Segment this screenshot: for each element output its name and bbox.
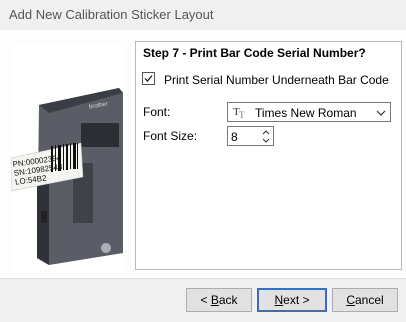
back-button[interactable]: < Back (186, 288, 252, 312)
chevron-down-icon[interactable] (376, 109, 386, 117)
truetype-font-icon: T T (233, 106, 245, 119)
svg-text:T: T (239, 110, 245, 119)
title-bar: Add New Calibration Sticker Layout (0, 0, 406, 31)
step-title: Step 7 - Print Bar Code Serial Number? (143, 46, 366, 60)
window-title: Add New Calibration Sticker Layout (9, 7, 214, 22)
font-size-label: Font Size: (143, 129, 198, 143)
print-serial-checkbox[interactable] (142, 72, 155, 85)
next-button-label: ext > (283, 293, 310, 307)
spin-up-icon[interactable] (261, 128, 271, 136)
font-select[interactable]: T T Times New Roman (227, 102, 391, 122)
wizard-content: PN:00002394 SN:10982543 LO:54B2 brother … (0, 30, 406, 278)
options-panel: Step 7 - Print Bar Code Serial Number? P… (135, 41, 402, 270)
font-size-value[interactable]: 8 (231, 130, 238, 144)
spin-down-icon[interactable] (261, 137, 271, 145)
font-select-value: Times New Roman (255, 106, 357, 120)
print-serial-label[interactable]: Print Serial Number Underneath Bar Code (164, 73, 389, 87)
back-button-accel: B (210, 293, 219, 307)
next-button[interactable]: Next > (257, 288, 327, 312)
cancel-button-label: ancel (354, 293, 384, 307)
back-button-label: ack (218, 293, 238, 307)
font-label: Font: (143, 105, 171, 119)
printer-illustration: PN:00002394 SN:10982543 LO:54B2 brother (11, 43, 125, 271)
font-size-stepper[interactable]: 8 (227, 126, 274, 146)
footer-divider (0, 278, 406, 279)
checkmark-icon (144, 75, 153, 82)
cancel-button[interactable]: Cancel (332, 288, 398, 312)
next-button-accel: N (274, 293, 284, 307)
cancel-button-accel: C (346, 293, 355, 307)
back-button-prefix: < (200, 293, 211, 307)
